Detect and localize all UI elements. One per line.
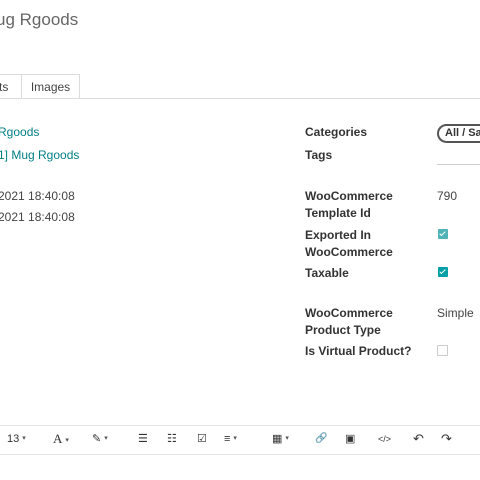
taxable-checkbox[interactable] — [438, 267, 448, 277]
table-dropdown[interactable]: ▦ ▾ — [272, 432, 289, 446]
numbered-list-button[interactable]: ☷ — [167, 432, 177, 446]
virtual-product-label: Is Virtual Product? — [305, 344, 412, 358]
link-button[interactable]: 🔗 — [315, 432, 327, 446]
image-icon: ▣ — [345, 433, 356, 445]
code-view-button[interactable]: </> — [378, 432, 391, 446]
template-id-value: 790 — [437, 189, 458, 203]
tab-partial[interactable]: ts — [0, 74, 22, 99]
related-link-2[interactable]: 1] Mug Rgoods — [0, 148, 79, 162]
tags-input[interactable] — [437, 164, 480, 165]
editor-toolbar — [0, 425, 480, 455]
table-icon: ▦ — [272, 433, 283, 445]
code-icon: </> — [378, 434, 392, 444]
highlight-button[interactable]: ✎ ▾ — [92, 432, 108, 446]
tabs-divider — [0, 98, 480, 99]
categories-label: Categories — [305, 125, 368, 139]
chevron-down-icon: ▾ — [104, 435, 108, 443]
tags-label: Tags — [305, 148, 333, 162]
link-icon: 🔗 — [315, 433, 328, 444]
updated-datetime: 2021 18:40:08 — [0, 210, 75, 224]
taxable-label: Taxable — [305, 266, 349, 280]
align-dropdown[interactable]: ≡ ▾ — [224, 432, 237, 446]
exported-label: Exported In WooCommerce — [305, 228, 393, 259]
tab-partial-label: ts — [0, 80, 9, 94]
template-id-label: WooCommerce Template Id — [305, 189, 393, 220]
virtual-product-checkbox[interactable] — [437, 345, 448, 356]
checklist-button[interactable]: ☑ — [197, 432, 207, 446]
chevron-down-icon: ▾ — [65, 436, 69, 445]
chevron-down-icon: ▾ — [233, 435, 237, 443]
brush-icon: ✎ — [92, 433, 102, 445]
product-type-value: Simple — [437, 306, 474, 320]
tab-images[interactable]: Images — [21, 74, 80, 99]
undo-button[interactable]: ↶ — [413, 432, 424, 446]
unordered-list-icon: ☰ — [138, 433, 148, 445]
redo-icon: ↷ — [441, 431, 452, 446]
product-title: ug Rgoods — [0, 10, 79, 29]
tab-images-label: Images — [30, 80, 71, 94]
undo-icon: ↶ — [413, 431, 424, 446]
font-size-value: 13 — [7, 433, 20, 445]
image-button[interactable]: ▣ — [345, 432, 355, 446]
category-tag[interactable]: All / Sal — [437, 124, 480, 143]
redo-button[interactable]: ↷ — [441, 432, 452, 446]
align-icon: ≡ — [224, 433, 231, 445]
ordered-list-icon: ☷ — [167, 433, 177, 445]
product-type-label: WooCommerce Product Type — [305, 306, 393, 337]
checklist-icon: ☑ — [197, 433, 207, 445]
created-datetime: 2021 18:40:08 — [0, 189, 75, 203]
font-color-icon: A — [53, 431, 63, 446]
bullet-list-button[interactable]: ☰ — [138, 432, 148, 446]
font-size-dropdown[interactable]: 13 ▾ — [7, 432, 26, 446]
related-link-1[interactable]: Rgoods — [0, 125, 39, 139]
chevron-down-icon: ▾ — [22, 435, 26, 443]
exported-checkbox[interactable] — [438, 229, 448, 239]
font-color-button[interactable]: A ▾ — [53, 432, 69, 447]
chevron-down-icon: ▾ — [285, 435, 289, 443]
